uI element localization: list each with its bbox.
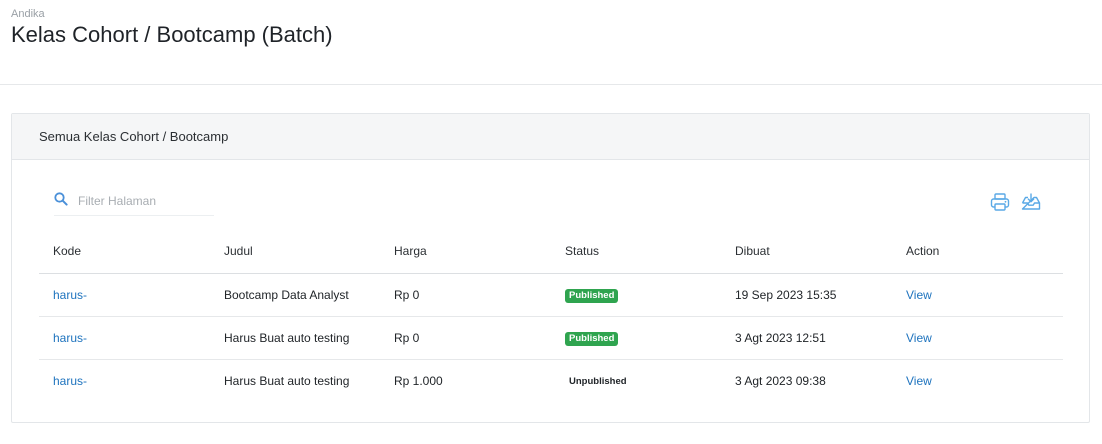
course-code-link[interactable]: harus-	[53, 374, 87, 388]
course-code-link[interactable]: harus-	[53, 331, 87, 345]
page-title: Kelas Cohort / Bootcamp (Batch)	[11, 22, 333, 47]
cell-dibuat: 3 Agt 2023 12:51	[721, 316, 892, 360]
cell-kode: harus-	[39, 316, 210, 360]
search-icon	[54, 192, 68, 206]
cell-harga: Rp 1.000	[394, 373, 443, 388]
column-header-kode[interactable]: Kode	[39, 230, 210, 274]
card-title: Semua Kelas Cohort / Bootcamp	[39, 129, 229, 144]
cell-status: Unpublished	[551, 359, 721, 402]
table-row: harus- Harus Buat auto testing Rp 0 Publ…	[39, 316, 1063, 360]
cell-judul: Harus Buat auto testing	[210, 316, 380, 360]
cell-kode: harus-	[39, 273, 210, 317]
cell-judul: Bootcamp Data Analyst	[210, 273, 380, 317]
view-link[interactable]: View	[906, 374, 932, 388]
breadcrumb[interactable]: Andika	[11, 8, 45, 20]
cell-kode: harus-	[39, 359, 210, 402]
cell-harga: Rp 0	[380, 316, 551, 360]
page-header: Andika Kelas Cohort / Bootcamp (Batch)	[0, 0, 1102, 85]
table-row: harus- Harus Buat auto testing Rp 1.000 …	[39, 359, 1063, 402]
cell-action: View	[892, 273, 1063, 317]
column-header-status[interactable]: Status	[551, 230, 721, 274]
cell-dibuat: 3 Agt 2023 09:38	[735, 373, 826, 388]
search-input[interactable]	[78, 192, 214, 210]
card-header: Semua Kelas Cohort / Bootcamp	[12, 114, 1089, 160]
search-field[interactable]	[54, 189, 214, 216]
view-link[interactable]: View	[906, 331, 932, 345]
column-header-dibuat[interactable]: Dibuat	[721, 230, 892, 274]
cell-harga: Rp 0	[380, 273, 551, 317]
table-header-row: Kode Judul Harga Status Dibuat Action	[39, 230, 1063, 274]
status-badge: Unpublished	[569, 375, 627, 387]
status-badge: Published	[565, 288, 619, 303]
cell-dibuat: 19 Sep 2023 15:35	[721, 273, 892, 317]
table-row: harus- Bootcamp Data Analyst Rp 0 Publis…	[39, 273, 1063, 317]
cell-status: Published	[551, 316, 721, 360]
status-badge: Published	[565, 331, 619, 346]
view-link[interactable]: View	[906, 288, 932, 302]
courses-table: Kode Judul Harga Status Dibuat Action ha…	[39, 230, 1063, 402]
printer-icon[interactable]	[989, 191, 1011, 213]
courses-card: Semua Kelas Cohort / Bootcamp Kode Judul…	[11, 113, 1090, 423]
cell-action: View	[892, 359, 1063, 402]
column-header-harga[interactable]: Harga	[380, 230, 551, 274]
cell-action: View	[892, 316, 1063, 360]
download-tray-icon[interactable]	[1020, 191, 1042, 213]
column-header-action: Action	[892, 230, 1063, 274]
cell-status: Published	[551, 273, 721, 317]
course-code-link[interactable]: harus-	[53, 288, 87, 302]
column-header-judul[interactable]: Judul	[210, 230, 380, 274]
cell-judul: Harus Buat auto testing	[224, 373, 350, 388]
